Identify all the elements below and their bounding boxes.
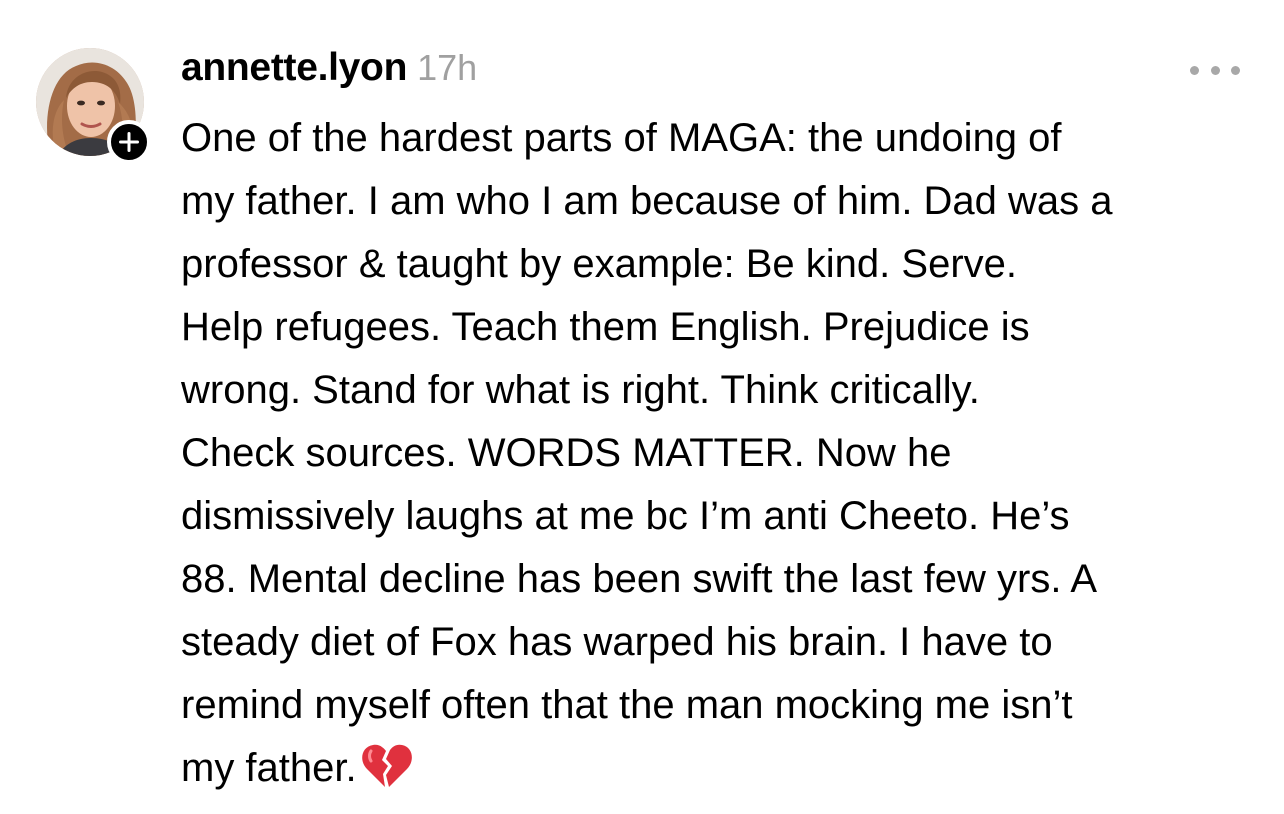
username-link[interactable]: annette.lyon: [181, 46, 407, 90]
post-text-line: remind myself often that the man mocking…: [181, 683, 1073, 727]
post-text-line: wrong. Stand for what is right. Think cr…: [181, 368, 980, 412]
more-options-button[interactable]: [1190, 52, 1240, 88]
post-text-line: professor & taught by example: Be kind. …: [181, 242, 1017, 286]
avatar-container: [36, 48, 151, 164]
post-text-line: 88. Mental decline has been swift the la…: [181, 557, 1098, 601]
ellipsis-icon: [1231, 65, 1240, 75]
post-header: annette.lyon 17h: [181, 46, 477, 94]
thread-post: annette.lyon 17h One of the hardest part…: [0, 0, 1284, 814]
post-text-line: dismissively laughs at me bc I’m anti Ch…: [181, 494, 1070, 538]
post-text-line: Check sources. WORDS MATTER. Now he: [181, 431, 952, 475]
post-text-line: steady diet of Fox has warped his brain.…: [181, 620, 1053, 664]
ellipsis-icon: [1190, 65, 1199, 75]
post-text-line: my father.: [181, 746, 357, 790]
plus-icon: [119, 132, 139, 152]
post-text-line: Help refugees. Teach them English. Preju…: [181, 305, 1030, 349]
timestamp: 17h: [417, 47, 478, 88]
post-text-line: my father. I am who I am because of him.…: [181, 179, 1113, 223]
post-text-last-line: my father.: [181, 737, 1261, 810]
broken-heart-icon: [361, 741, 413, 810]
follow-button[interactable]: [107, 120, 151, 164]
post-body: One of the hardest parts of MAGA: the un…: [181, 107, 1261, 810]
ellipsis-icon: [1210, 65, 1220, 75]
post-text-line: One of the hardest parts of MAGA: the un…: [181, 116, 1062, 160]
